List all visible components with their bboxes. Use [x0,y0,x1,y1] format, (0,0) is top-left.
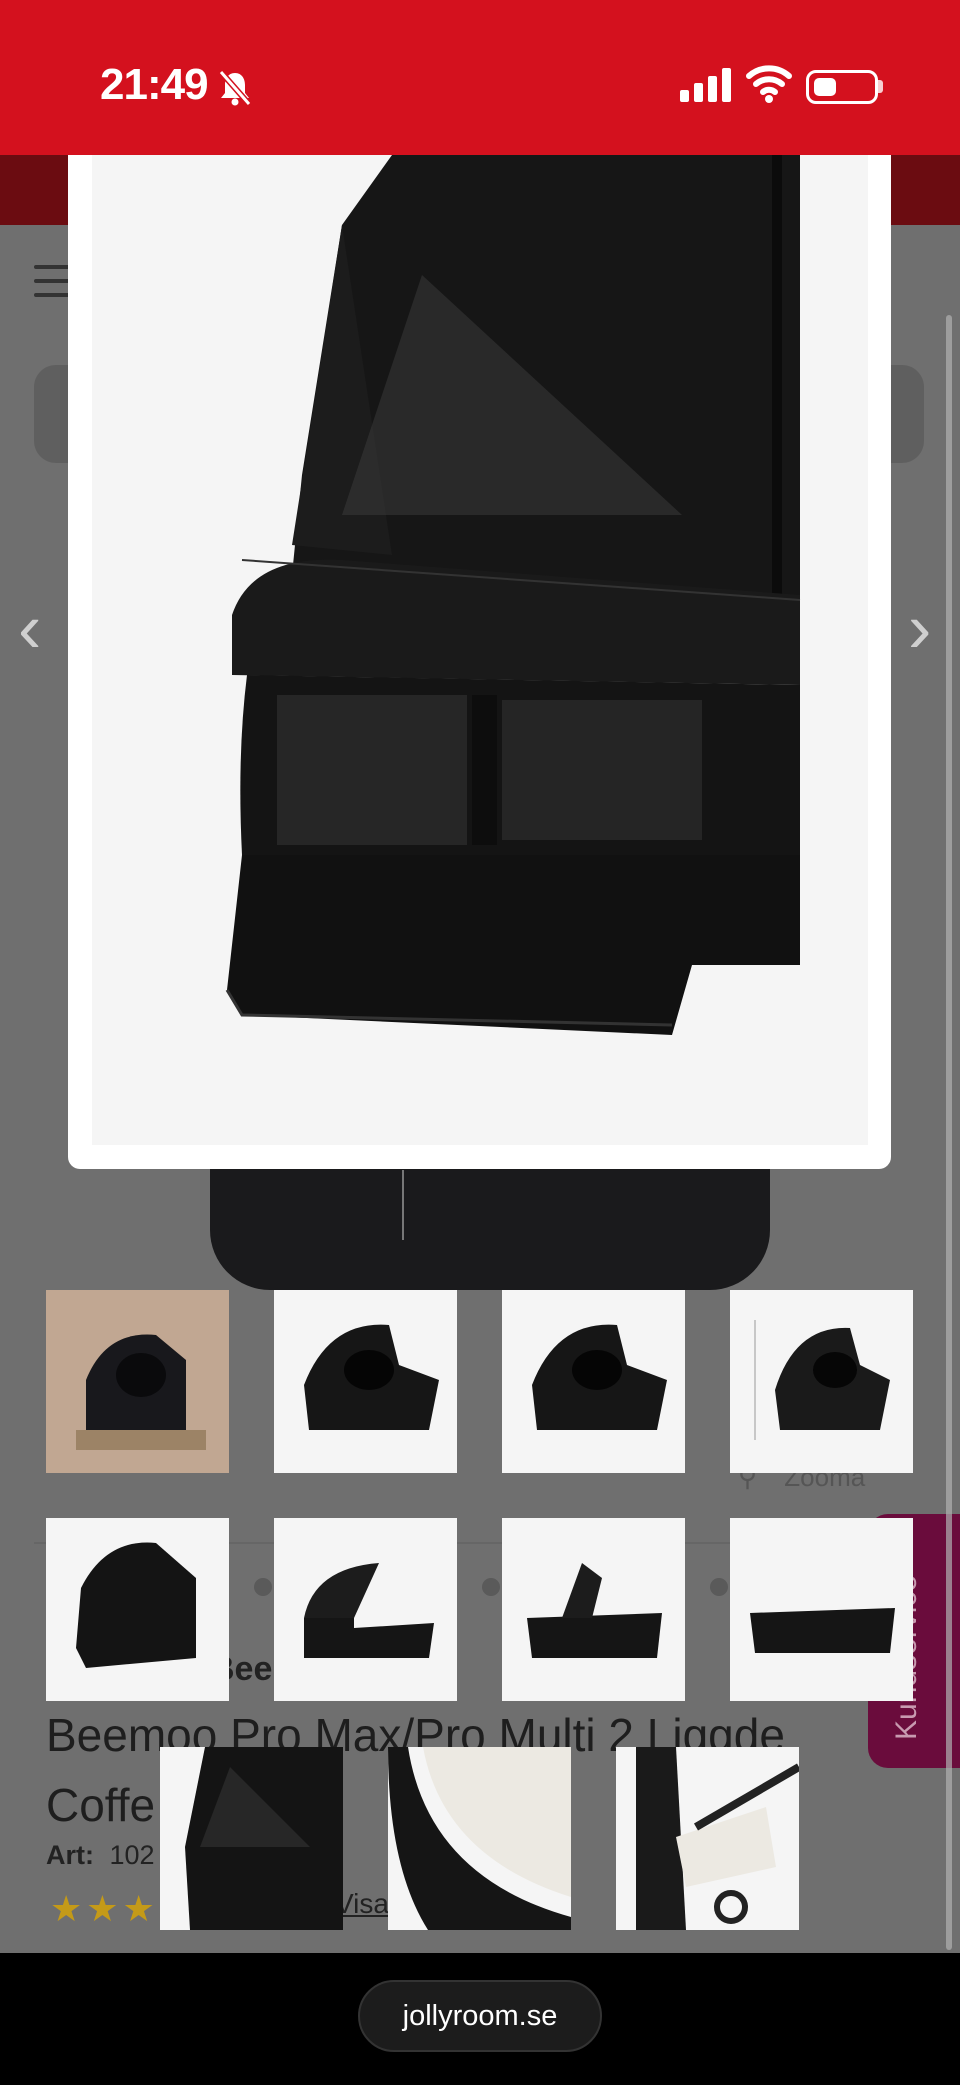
bell-slash-icon [218,70,252,106]
gallery-thumbnail[interactable] [274,1518,457,1701]
gallery-thumbnail[interactable] [502,1518,685,1701]
carousel-dot[interactable] [482,1578,500,1596]
gallery-thumbnail[interactable] [616,1747,799,1930]
gallery-thumbnail[interactable] [160,1747,343,1930]
battery-tip [878,80,883,93]
modal-product-image [92,155,868,1145]
carousel-dot[interactable] [710,1578,728,1596]
gallery-thumbnail[interactable] [502,1290,685,1473]
gallery-thumbnail[interactable] [274,1290,457,1473]
article-label: Art: [46,1840,94,1870]
rating-stars: ★★★ [50,1888,159,1929]
gallery-thumbnail[interactable] [46,1518,229,1701]
article-value: 102 [109,1840,155,1870]
article-number: Art: 102 [46,1840,155,1871]
url-bar[interactable]: jollyroom.se [358,1980,602,2052]
gallery-thumbnail[interactable] [388,1747,571,1930]
product-image-background [210,1160,770,1290]
dimension-line [402,1170,404,1240]
status-time: 21:49 [100,60,209,109]
chevron-right-icon[interactable]: › [908,588,931,668]
gallery-thumbnail[interactable] [46,1290,229,1473]
carousel-dot[interactable] [254,1578,272,1596]
menu-icon[interactable] [34,265,72,307]
gallery-thumbnail[interactable] [730,1290,913,1473]
scrollbar[interactable] [946,315,952,1950]
cellular-signal-icon [680,68,736,102]
battery-icon [806,70,878,104]
gallery-thumbnail[interactable] [730,1518,913,1701]
chevron-left-icon[interactable]: ‹ [18,588,41,668]
wifi-icon [746,65,792,103]
